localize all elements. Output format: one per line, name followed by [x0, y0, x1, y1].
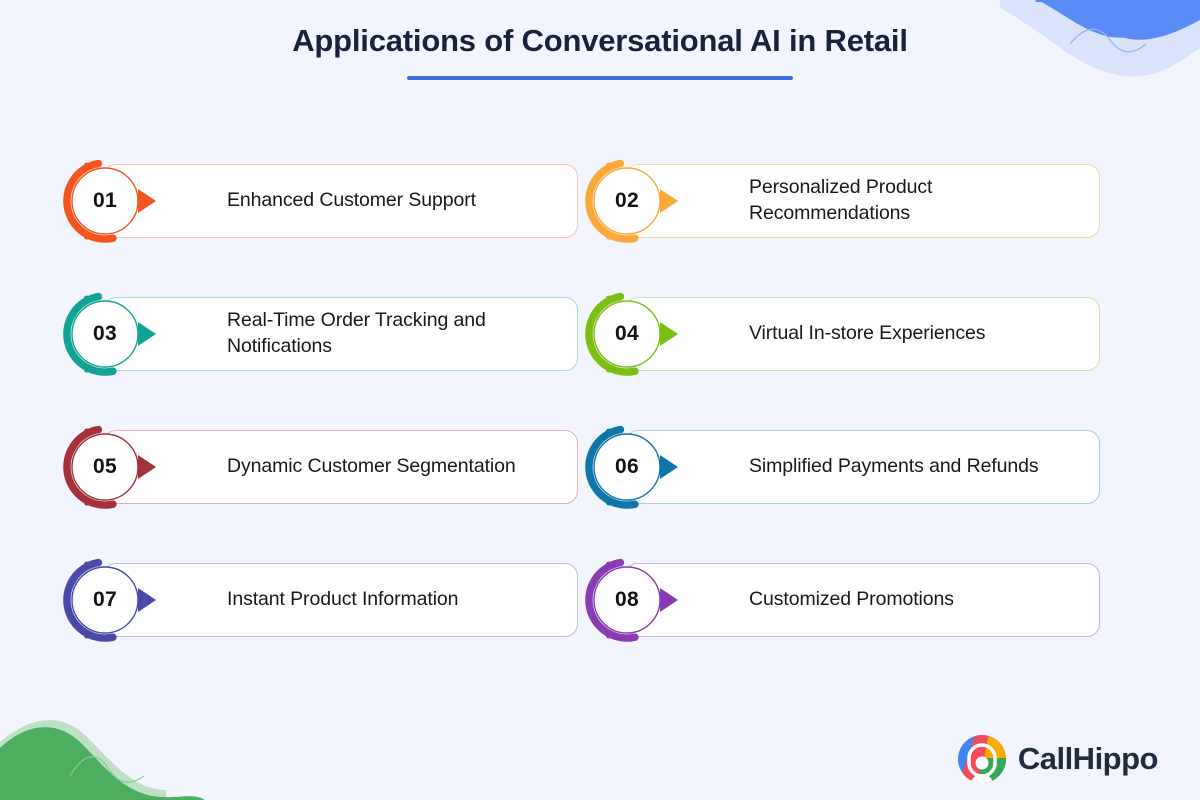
decor-green-wave [0, 727, 205, 800]
header: Applications of Conversational AI in Ret… [0, 22, 1200, 81]
card-number-badge: 07 [59, 554, 156, 646]
card-item[interactable]: 02 Personalized Product Recommendations [585, 159, 1100, 243]
title-accent-bar [407, 76, 793, 81]
decor-green-light-wave [0, 720, 166, 800]
logo-person-head [975, 756, 989, 770]
card-label: Instant Product Information [227, 588, 459, 611]
card-number-badge: 01 [59, 155, 156, 247]
card-label: Real-Time Order Tracking and Notificatio… [227, 309, 486, 357]
decor-green-line [69, 756, 145, 783]
card-number-badge: 05 [59, 421, 156, 513]
card-label: Virtual In-store Experiences [749, 322, 986, 345]
card-number: 02 [615, 189, 639, 212]
card-number: 07 [93, 588, 117, 611]
card-label: Personalized Product Recommendations [749, 176, 933, 224]
card-item[interactable]: 06 Simplified Payments and Refunds [585, 425, 1100, 509]
card-item[interactable]: 04 Virtual In-store Experiences [585, 292, 1100, 376]
card-item[interactable]: 03 Real-Time Order Tracking and Notificat… [63, 292, 578, 376]
card-label: Simplified Payments and Refunds [749, 455, 1039, 478]
card-item[interactable]: 05 Dynamic Customer Segmentation [63, 425, 578, 509]
card-number: 05 [93, 455, 117, 478]
card-label: Enhanced Customer Support [227, 189, 476, 212]
card-number-badge: 04 [581, 288, 678, 380]
card-label: Customized Promotions [749, 588, 954, 611]
card-number: 03 [93, 322, 117, 345]
card-number-badge: 08 [581, 554, 678, 646]
card-number: 04 [615, 322, 639, 345]
card-item[interactable]: 01 Enhanced Customer Support [63, 159, 578, 243]
card-item[interactable]: 07 Instant Product Information [63, 558, 578, 642]
card-number: 01 [93, 189, 117, 212]
cards-grid: 01 Enhanced Customer Support 02 Personalize… [63, 159, 1100, 642]
brand-name: CallHippo [1017, 741, 1159, 776]
card-label: Dynamic Customer Segmentation [227, 455, 516, 478]
card-item[interactable]: 08 Customized Promotions [585, 558, 1100, 642]
callhippo-logo-icon [957, 735, 1006, 783]
card-number-badge: 02 [581, 155, 678, 247]
brand-logo: CallHippo [957, 734, 1159, 784]
card-number-badge: 06 [581, 421, 678, 513]
card-number-badge: 03 [59, 288, 156, 380]
card-number: 08 [615, 588, 639, 611]
page-title: Applications of Conversational AI in Ret… [292, 23, 908, 58]
card-number: 06 [615, 455, 639, 478]
